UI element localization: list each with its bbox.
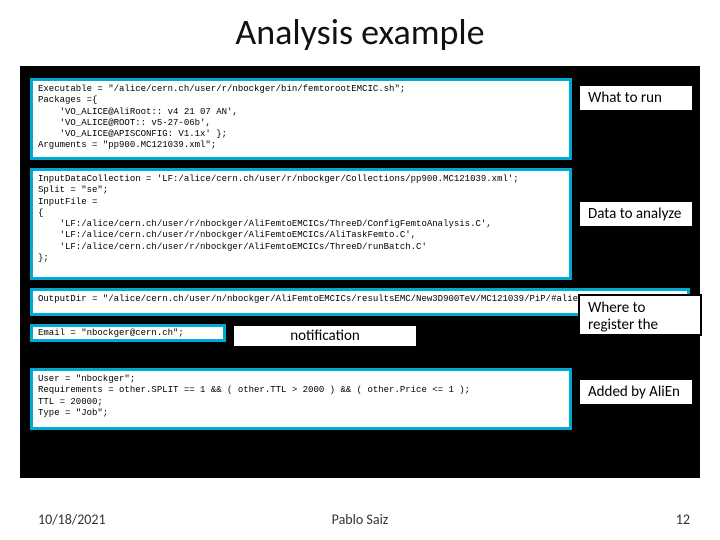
label-added-by-alien: Added by AliEn — [578, 378, 694, 406]
code-block-requirements: User = "nbockger"; Requirements = other.… — [30, 368, 572, 430]
label-notification: notification — [232, 324, 418, 348]
label-what-to-run: What to run — [578, 84, 694, 112]
code-block-email: Email = "nbockger@cern.ch"; — [30, 324, 226, 342]
footer-author: Pablo Saiz — [0, 511, 720, 528]
slide-title: Analysis example — [0, 10, 720, 54]
label-data-to-analyze: Data to analyze — [578, 200, 694, 228]
label-where-to-register: Where to register the output — [578, 294, 702, 336]
code-block-input-data: InputDataCollection = 'LF:/alice/cern.ch… — [30, 168, 572, 280]
code-block-executable: Executable = "/alice/cern.ch/user/r/nboc… — [30, 78, 572, 160]
footer-page-number: 12 — [676, 511, 690, 528]
